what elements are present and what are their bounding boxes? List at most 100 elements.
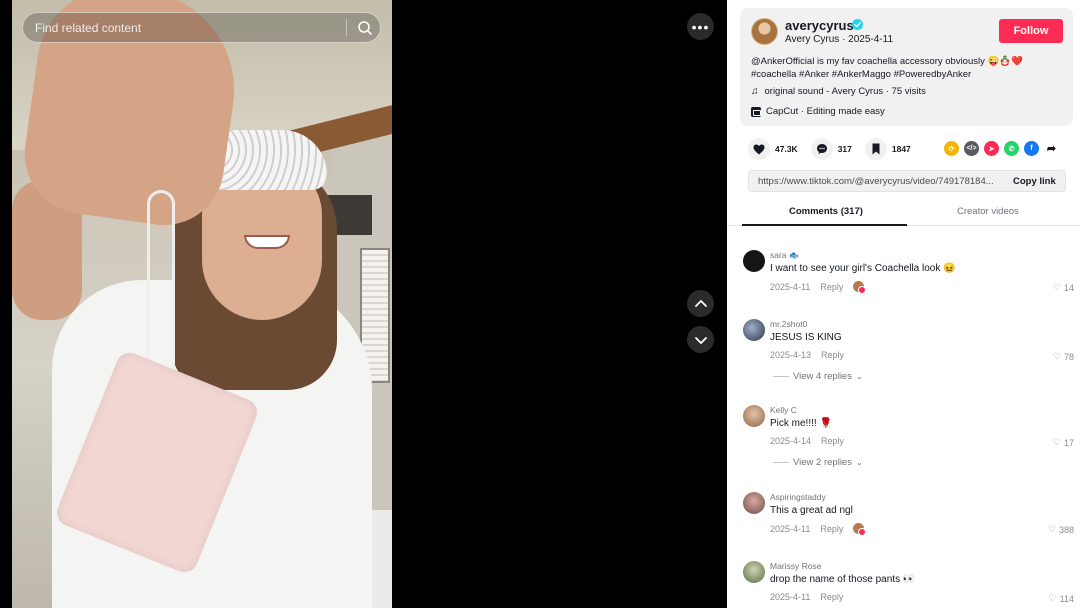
bookmark-icon: [872, 143, 880, 155]
comment-date: 2025-4-14: [770, 436, 812, 446]
comment-like-button[interactable]: ♡ 17: [1053, 437, 1074, 448]
comment-date: 2025-4-11: [770, 592, 811, 602]
capcut-link[interactable]: CapCut · Editing made easy: [751, 106, 885, 117]
search-bar: [22, 12, 381, 43]
heart-outline-icon: ♡: [1052, 437, 1061, 447]
reply-button[interactable]: Reply: [821, 436, 844, 446]
video-area: •••: [0, 0, 727, 608]
caption-line-1: @AnkerOfficial is my fav coachella acces…: [751, 56, 1023, 67]
search-icon[interactable]: [356, 19, 374, 37]
embed-icon[interactable]: </>: [964, 141, 979, 156]
reply-button[interactable]: Reply: [820, 524, 843, 534]
chevron-up-icon: [694, 299, 707, 307]
like-button[interactable]: 47.3K: [748, 138, 798, 160]
video-caption: @AnkerOfficial is my fav coachella acces…: [751, 56, 1061, 81]
comment-meta: 2025-4-11 Reply: [770, 281, 867, 294]
heart-outline-icon: ♡: [1048, 593, 1057, 603]
comment-meta: 2025-4-13 Reply: [770, 350, 844, 360]
comment-like-button[interactable]: ♡ 388: [1048, 524, 1074, 535]
comment-username[interactable]: mr.2shot0: [770, 319, 807, 329]
post-date: 2025-4-11: [848, 34, 894, 45]
comment-like-button[interactable]: ♡ 14: [1053, 282, 1074, 293]
save-button[interactable]: 1847: [864, 138, 911, 160]
heart-outline-icon: ♡: [1052, 351, 1061, 361]
search-input[interactable]: [35, 13, 335, 42]
whatsapp-icon[interactable]: ✆: [1004, 141, 1019, 156]
comment-like-button[interactable]: ♡ 78: [1053, 351, 1074, 362]
share-arrow-icon[interactable]: ➦: [1044, 141, 1059, 156]
comment-like-count: 388: [1058, 524, 1074, 535]
comment-avatar[interactable]: [743, 250, 765, 272]
reply-button[interactable]: Reply: [820, 282, 843, 292]
comment-button[interactable]: 317: [810, 138, 852, 160]
comment-count: 317: [837, 144, 852, 154]
tab-creator-videos[interactable]: Creator videos: [957, 206, 1019, 217]
sound-link[interactable]: ♫ original sound - Avery Cyrus · 75 visi…: [751, 86, 926, 97]
chevron-down-icon: [694, 336, 707, 344]
comment-like-count: 17: [1063, 437, 1074, 448]
comment-like-count: 78: [1063, 351, 1074, 362]
more-options-button[interactable]: •••: [687, 13, 714, 40]
more-horizontal-icon: •••: [691, 18, 710, 35]
view-replies-label: View 4 replies: [793, 371, 852, 382]
chevron-down-icon: ⌄: [855, 372, 863, 381]
video-info-card: averycyrus Avery Cyrus · 2025-4-11 Follo…: [740, 8, 1073, 126]
send-icon[interactable]: ➤: [984, 141, 999, 156]
comment-avatar[interactable]: [743, 492, 765, 514]
app-root: ••• averycyrus Avery Cyrus · 2025-4-: [0, 0, 1080, 608]
comment-username[interactable]: sara 🐟: [770, 250, 799, 261]
tab-bar: Comments (317) Creator videos: [727, 199, 1080, 226]
active-tab-indicator: [742, 224, 907, 226]
view-replies-line: [773, 462, 789, 463]
comment-like-count: 14: [1063, 282, 1074, 293]
repost-icon[interactable]: ⟳: [944, 141, 959, 156]
comment-avatar[interactable]: [743, 319, 765, 341]
caption-hashtags[interactable]: #coachella #Anker #AnkerMaggo #Poweredby…: [751, 69, 1061, 82]
comment-text: This a great ad ngl: [770, 505, 853, 516]
comment-date: 2025-4-13: [770, 350, 812, 360]
view-replies-button[interactable]: View 2 replies ⌄: [773, 457, 863, 468]
capcut-label: CapCut · Editing made easy: [766, 106, 885, 117]
music-note-icon: ♫: [751, 86, 759, 97]
capcut-icon: [751, 106, 761, 117]
comment-icon-wrap: [810, 138, 833, 160]
video-player[interactable]: [12, 0, 392, 608]
comment-like-button[interactable]: ♡ 114: [1049, 593, 1074, 604]
copy-link-button[interactable]: Copy link: [1011, 174, 1058, 189]
previous-video-button[interactable]: [687, 290, 714, 317]
follow-button[interactable]: Follow: [999, 19, 1063, 43]
author-avatar[interactable]: [751, 18, 778, 45]
heart-outline-icon: ♡: [1052, 282, 1061, 292]
save-count: 1847: [891, 144, 911, 154]
view-replies-button[interactable]: View 4 replies ⌄: [773, 371, 863, 382]
comment-text: I want to see your girl's Coachella look…: [770, 263, 956, 274]
comment-username[interactable]: Kelly C: [770, 405, 797, 415]
comment-text: JESUS IS KING: [770, 332, 842, 343]
tab-comments[interactable]: Comments (317): [789, 206, 863, 217]
comment-like-count: 114: [1059, 593, 1074, 604]
author-subline: Avery Cyrus · 2025-4-11: [785, 34, 893, 45]
comment-meta: 2025-4-11 Reply: [770, 592, 843, 602]
view-replies-label: View 2 replies: [793, 457, 852, 468]
facebook-icon[interactable]: f: [1024, 141, 1039, 156]
heart-icon-wrap: [748, 138, 770, 160]
comment-avatar[interactable]: [743, 405, 765, 427]
video-person-smile: [244, 235, 290, 249]
action-bar: 47.3K 317 1847: [748, 138, 924, 160]
comment-username[interactable]: Marissy Rose: [770, 561, 821, 571]
reply-button[interactable]: Reply: [821, 350, 844, 360]
copy-link-box: https://www.tiktok.com/@averycyrus/video…: [748, 170, 1066, 192]
comment-text: drop the name of those pants 👀: [770, 574, 916, 585]
verified-badge-icon: [852, 19, 863, 30]
author-display-name: Avery Cyrus: [785, 34, 840, 45]
reply-button[interactable]: Reply: [820, 592, 843, 602]
comment-text: Pick me!!!! 🌹: [770, 418, 832, 429]
chevron-down-icon: ⌄: [855, 458, 863, 467]
comment-icon: [816, 144, 827, 154]
author-username[interactable]: averycyrus: [785, 18, 854, 33]
comment-avatar[interactable]: [743, 561, 765, 583]
comment-username[interactable]: Aspiringstaddy: [770, 492, 826, 502]
comment-date: 2025-4-11: [770, 281, 811, 292]
next-video-button[interactable]: [687, 326, 714, 353]
search-divider: [346, 19, 347, 36]
